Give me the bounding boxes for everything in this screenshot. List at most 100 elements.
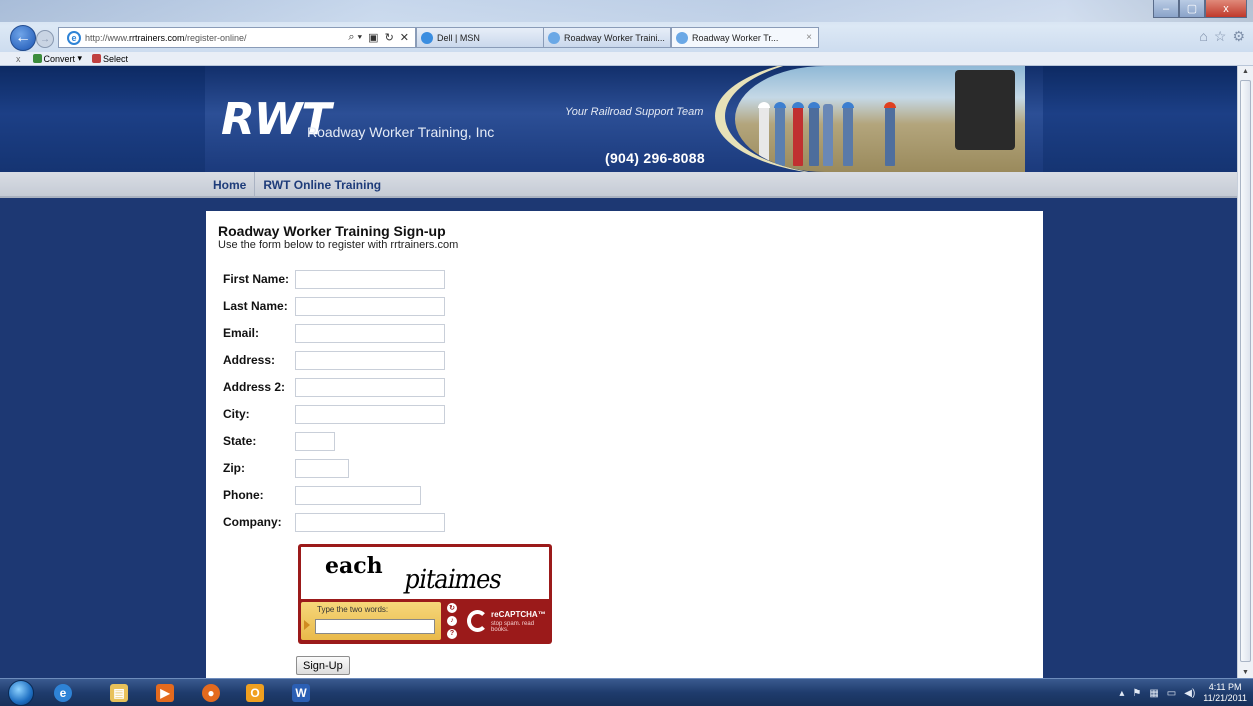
network-icon[interactable]: ▭ (1167, 688, 1176, 699)
close-toolbar-icon[interactable]: x (16, 54, 21, 64)
field-row-company: Company: (223, 512, 445, 532)
refresh-icon[interactable]: ↻ (385, 31, 394, 44)
last-name-label: Last Name: (223, 299, 288, 313)
city-field[interactable] (295, 404, 445, 424)
back-button[interactable]: ← (10, 25, 36, 51)
compatibility-view-icon[interactable]: ▣ (368, 31, 378, 44)
vertical-scrollbar[interactable]: ▲ ▼ (1237, 66, 1253, 678)
outlook-icon: O (246, 684, 264, 702)
arrow-right-icon (304, 620, 310, 630)
settings-gear-icon[interactable]: ⚙ (1232, 28, 1245, 45)
help-icon[interactable]: ? (447, 628, 457, 639)
window-controls: – ▢ x (1153, 0, 1247, 18)
captcha-word-2: pitaimes (402, 563, 504, 595)
taskbar-firefox[interactable]: ● (192, 681, 230, 705)
first-name-label: First Name: (223, 272, 290, 286)
address-url[interactable]: http://www.rrtrainers.com/register-onlin… (85, 33, 348, 43)
scroll-down-icon[interactable]: ▼ (1242, 669, 1249, 676)
state-field[interactable] (295, 431, 335, 451)
company-label: Company: (223, 515, 282, 529)
field-row-state: State: (223, 431, 335, 451)
clock[interactable]: 4:11 PM 11/21/2011 (1203, 682, 1247, 704)
firefox-icon: ● (202, 684, 220, 702)
captcha-controls: Type the two words: ↻ ♪ ? reCAPTCHA™ sto… (301, 602, 549, 640)
scroll-thumb[interactable] (1240, 80, 1251, 662)
close-tab-icon[interactable]: × (806, 32, 812, 43)
field-row-city: City: (223, 404, 445, 424)
address-bar[interactable]: e http://www.rrtrainers.com/register-onl… (58, 27, 416, 48)
taskbar-outlook[interactable]: O (236, 681, 274, 705)
captcha-response-field[interactable] (315, 619, 435, 634)
forward-arrow-icon: → (40, 33, 50, 45)
maximize-button[interactable]: ▢ (1179, 0, 1205, 18)
select-icon (92, 54, 102, 63)
tab-roadway-worker-1[interactable]: Roadway Worker Traini... (543, 27, 671, 48)
phone-number: (904) 296-8088 (605, 150, 705, 166)
nav-rwt-online-training[interactable]: RWT Online Training (255, 178, 389, 192)
minimize-button[interactable]: – (1153, 0, 1179, 18)
field-row-first-name: First Name: (223, 269, 445, 289)
select-button[interactable]: Select (92, 54, 128, 64)
company-name: Roadway Worker Training, Inc (307, 124, 495, 140)
first-name-field[interactable] (295, 269, 445, 289)
title-bar (0, 0, 1253, 22)
tab-label: Roadway Worker Traini... (564, 32, 665, 43)
zip-label: Zip: (223, 461, 245, 475)
email-field[interactable] (295, 323, 445, 343)
zip-field[interactable] (295, 458, 349, 478)
address-field[interactable] (295, 350, 445, 370)
favorites-star-icon[interactable]: ☆ (1214, 28, 1227, 45)
recaptcha-motto: stop spam. read books. (491, 620, 535, 633)
select-label: Select (103, 53, 129, 64)
taskbar: e ▤ ▶ ● O W ▴ ⚑ ▦ ▭ ◀) 4:11 PM 11/21/201… (0, 678, 1253, 706)
tray-app-icon[interactable]: ▦ (1149, 688, 1158, 699)
browser-right-icons: ⌂ ☆ ⚙ (1199, 28, 1245, 45)
home-icon[interactable]: ⌂ (1199, 28, 1207, 45)
recaptcha-brand: reCAPTCHA™ (491, 609, 546, 619)
captcha-prompt: Type the two words: (317, 605, 389, 614)
show-hidden-icons-icon[interactable]: ▴ (1119, 688, 1124, 699)
tab-label: Roadway Worker Tr... (692, 32, 779, 43)
start-button[interactable] (8, 680, 34, 706)
volume-icon[interactable]: ◀) (1184, 688, 1195, 699)
msn-icon (421, 31, 433, 44)
captcha-response-area: Type the two words: (301, 602, 441, 640)
company-field[interactable] (295, 512, 445, 532)
city-label: City: (223, 407, 250, 421)
url-prefix: http://www. (85, 32, 130, 43)
taskbar-word[interactable]: W (282, 681, 320, 705)
ie-page-icon: e (67, 30, 81, 45)
forward-button[interactable]: → (36, 30, 54, 48)
slogan: Your Railroad Support Team (565, 106, 704, 118)
action-center-flag-icon[interactable]: ⚑ (1132, 688, 1141, 699)
phone-label: Phone: (223, 488, 264, 502)
last-name-field[interactable] (295, 296, 445, 316)
nav-home[interactable]: Home (205, 178, 254, 192)
taskbar-file-explorer[interactable]: ▤ (100, 681, 138, 705)
phone-field[interactable] (295, 485, 421, 505)
browser-chrome: – ▢ x ← → e http://www.rrtrainers.com/re… (0, 0, 1253, 66)
signup-panel: Roadway Worker Training Sign-up Use the … (206, 211, 1043, 678)
tab-roadway-worker-2[interactable]: Roadway Worker Tr... × (671, 27, 819, 48)
field-row-email: Email: (223, 323, 445, 343)
refresh-captcha-icon[interactable]: ↻ (447, 603, 457, 614)
word-icon: W (292, 684, 310, 702)
stop-icon[interactable]: ✕ (400, 31, 409, 44)
convert-button[interactable]: Convert ▾ (32, 53, 82, 64)
tab-dell-msn[interactable]: Dell | MSN (416, 27, 544, 48)
recaptcha-widget: each pitaimes Type the two words: ↻ ♪ ? (298, 544, 552, 644)
nav-links: Home RWT Online Training (205, 172, 389, 198)
back-arrow-icon: ← (15, 29, 31, 46)
field-row-phone: Phone: (223, 485, 421, 505)
taskbar-media-player[interactable]: ▶ (146, 681, 184, 705)
sign-up-button[interactable]: Sign-Up (296, 656, 350, 675)
state-label: State: (223, 434, 257, 448)
scroll-up-icon[interactable]: ▲ (1242, 68, 1249, 75)
audio-captcha-icon[interactable]: ♪ (447, 615, 457, 626)
address-2-field[interactable] (295, 377, 445, 397)
search-icon[interactable]: ⌕ ▾ (348, 31, 362, 44)
header-banner: RWT Roadway Worker Training, Inc Your Ra… (205, 66, 1043, 172)
field-row-last-name: Last Name: (223, 296, 445, 316)
taskbar-internet-explorer[interactable]: e (44, 681, 82, 705)
close-window-button[interactable]: x (1205, 0, 1247, 18)
